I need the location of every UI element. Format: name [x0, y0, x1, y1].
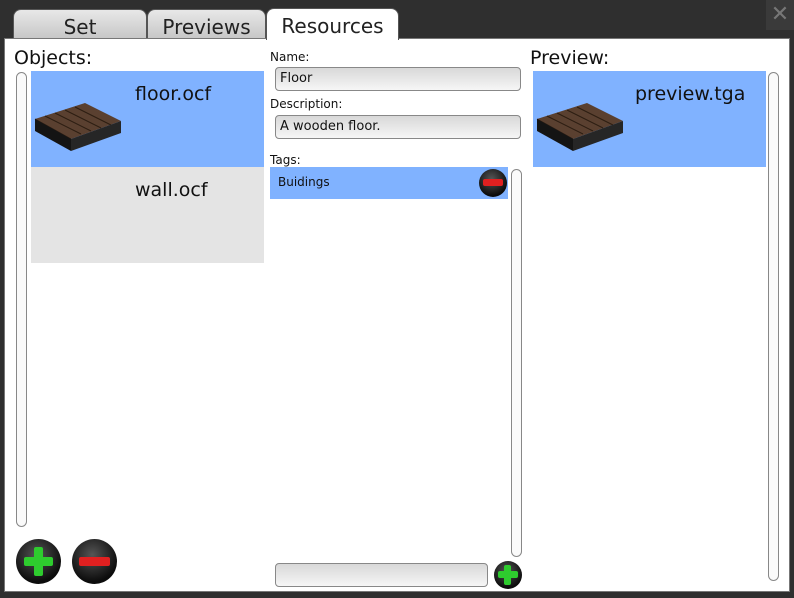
new-tag-input[interactable]	[275, 563, 488, 587]
preview-scrollbar[interactable]	[768, 72, 779, 581]
tag-item[interactable]: Buidings	[270, 167, 508, 199]
add-object-button[interactable]	[16, 539, 61, 584]
preview-item[interactable]: preview.tga	[533, 71, 766, 167]
preview-header: Preview:	[530, 47, 610, 69]
close-icon: ✕	[770, 2, 790, 27]
object-item-label: floor.ocf	[135, 83, 212, 105]
name-field[interactable]: Floor	[275, 67, 521, 91]
tab-resources[interactable]: Resources	[266, 8, 399, 40]
tab-set[interactable]: Set	[13, 9, 147, 39]
preview-item-label: preview.tga	[635, 83, 746, 105]
object-item-wall[interactable]: wall.ocf	[31, 167, 264, 263]
add-tag-button[interactable]	[494, 561, 522, 589]
tags-label: Tags:	[270, 153, 301, 167]
remove-object-button[interactable]	[72, 539, 117, 584]
description-label: Description:	[270, 97, 343, 111]
resources-panel: Objects: floor.ocf wall.ocf Name: Floor …	[4, 38, 790, 592]
objects-scrollbar[interactable]	[16, 72, 27, 527]
close-window-button[interactable]: ✕	[766, 0, 794, 30]
floor-tile-icon	[535, 101, 625, 161]
name-label: Name:	[270, 50, 310, 64]
description-field[interactable]: A wooden floor.	[275, 115, 521, 139]
floor-tile-icon	[33, 101, 123, 161]
object-item-floor[interactable]: floor.ocf	[31, 71, 264, 167]
object-item-label: wall.ocf	[135, 179, 208, 201]
objects-header: Objects:	[14, 47, 93, 69]
remove-tag-button[interactable]	[479, 169, 507, 197]
tags-scrollbar[interactable]	[511, 169, 522, 557]
tag-label: Buidings	[278, 175, 330, 189]
tab-previews[interactable]: Previews	[147, 9, 266, 39]
